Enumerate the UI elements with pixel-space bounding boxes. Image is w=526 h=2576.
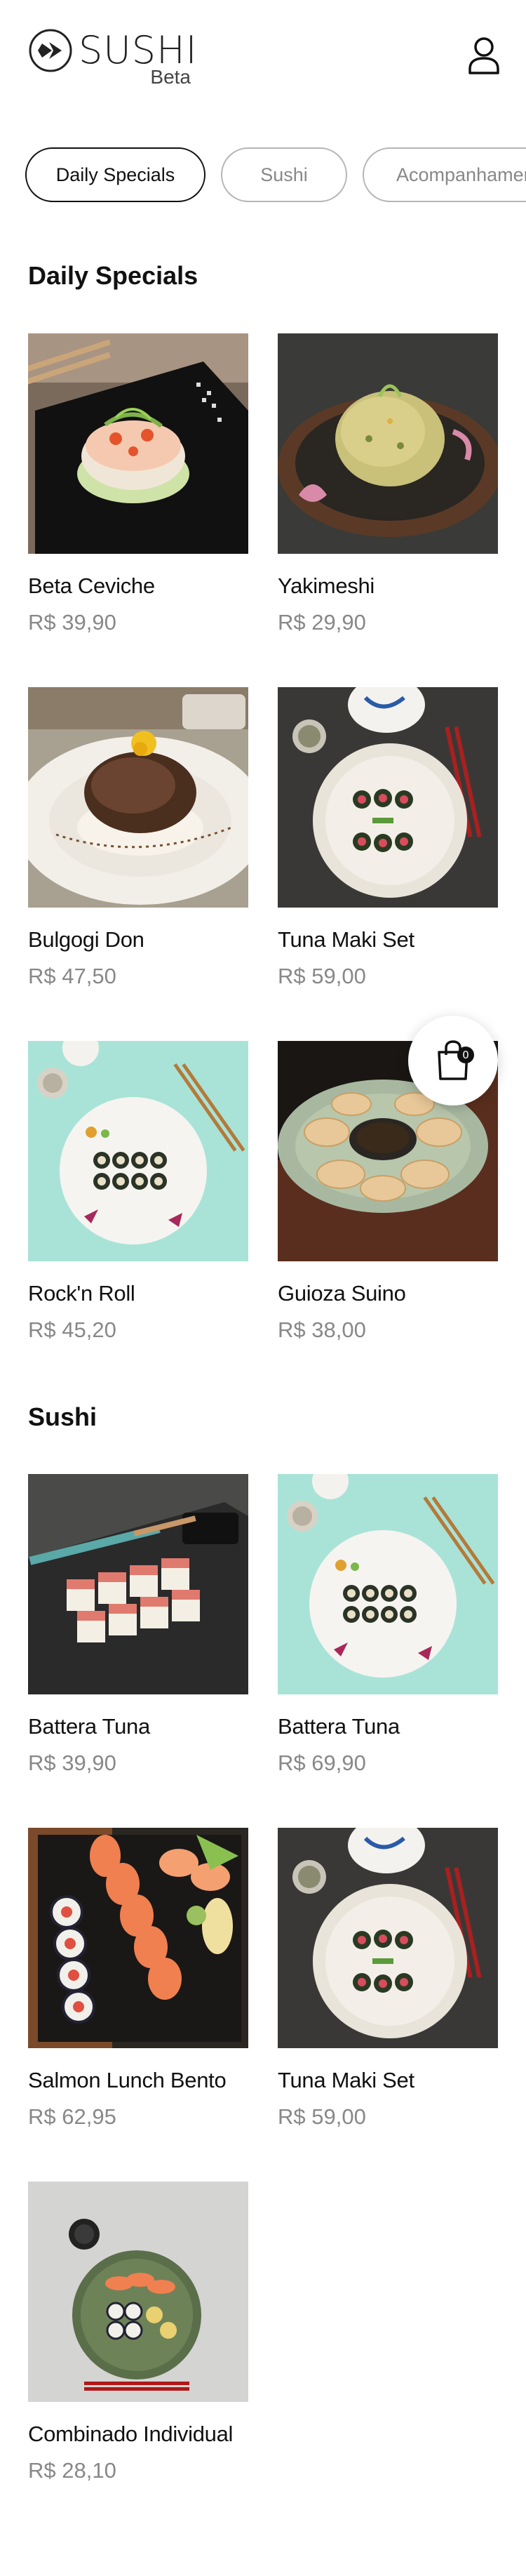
product-name: Battera Tuna: [28, 1714, 150, 1739]
tab-sushi[interactable]: Sushi: [221, 147, 347, 202]
product-name: Guioza Suino: [278, 1281, 406, 1306]
cart-count-badge: 0: [457, 1047, 474, 1063]
cart-button[interactable]: 0: [408, 1016, 498, 1106]
product-price: R$ 39,90: [28, 1751, 116, 1775]
sushi-logo-icon: [29, 29, 72, 72]
product-photo-maki-mint: [278, 1474, 498, 1694]
product-price: R$ 47,50: [28, 964, 116, 988]
product-name: Combinado Individual: [28, 2422, 234, 2446]
user-icon: [468, 37, 499, 74]
product-photo-combo: [28, 2182, 248, 2402]
product-card[interactable]: Combinado Individual R$ 28,10: [28, 2182, 248, 2497]
product-price: R$ 38,00: [278, 1317, 366, 1342]
section-title-sushi: Sushi: [28, 1402, 97, 1431]
product-card[interactable]: Battera Tuna R$ 39,90: [28, 1474, 248, 1790]
product-card[interactable]: Salmon Lunch Bento R$ 62,95: [28, 1828, 248, 2144]
category-tabs: Daily Specials Sushi Acompanhamentos: [25, 147, 526, 204]
product-price: R$ 29,90: [278, 610, 366, 635]
product-card[interactable]: Yakimeshi R$ 29,90: [278, 333, 498, 649]
section-title-daily-specials: Daily Specials: [28, 261, 198, 290]
brand-tag: Beta: [150, 66, 191, 88]
product-photo-ceviche: [28, 333, 248, 554]
tab-acompanhamentos[interactable]: Acompanhamentos: [363, 147, 526, 202]
product-card[interactable]: Beta Ceviche R$ 39,90: [28, 333, 248, 649]
product-photo-tuna-maki: [278, 687, 498, 908]
product-price: R$ 39,90: [28, 610, 116, 635]
product-name: Salmon Lunch Bento: [28, 2068, 227, 2092]
product-photo-tuna-maki: [278, 1828, 498, 2048]
product-name: Beta Ceviche: [28, 573, 155, 598]
product-card[interactable]: Tuna Maki Set R$ 59,00: [278, 687, 498, 1003]
product-name: Bulgogi Don: [28, 927, 144, 952]
product-photo-bulgogi: [28, 687, 248, 908]
product-price: R$ 59,00: [278, 964, 366, 988]
app-header: SUSHI Beta: [0, 0, 526, 105]
product-photo-rock-n-roll: [28, 1041, 248, 1261]
product-name: Tuna Maki Set: [278, 927, 414, 952]
tab-daily-specials[interactable]: Daily Specials: [25, 147, 205, 202]
product-photo-yakimeshi: [278, 333, 498, 554]
product-price: R$ 45,20: [28, 1317, 116, 1342]
product-photo-salmon-bento: [28, 1828, 248, 2048]
product-name: Battera Tuna: [278, 1714, 400, 1739]
product-photo-battera-board: [28, 1474, 248, 1694]
product-name: Rock'n Roll: [28, 1281, 135, 1306]
product-card[interactable]: Bulgogi Don R$ 47,50: [28, 687, 248, 1003]
brand-logo[interactable]: SUSHI Beta: [28, 28, 197, 91]
product-card[interactable]: Battera Tuna R$ 69,90: [278, 1474, 498, 1790]
product-name: Tuna Maki Set: [278, 2068, 414, 2092]
profile-button[interactable]: [463, 34, 505, 79]
product-card[interactable]: Tuna Maki Set R$ 59,00: [278, 1828, 498, 2144]
product-card[interactable]: Rock'n Roll R$ 45,20: [28, 1041, 248, 1357]
product-price: R$ 59,00: [278, 2104, 366, 2129]
product-name: Yakimeshi: [278, 573, 375, 598]
product-price: R$ 69,90: [278, 1751, 366, 1775]
product-price: R$ 28,10: [28, 2458, 116, 2483]
product-price: R$ 62,95: [28, 2104, 116, 2129]
